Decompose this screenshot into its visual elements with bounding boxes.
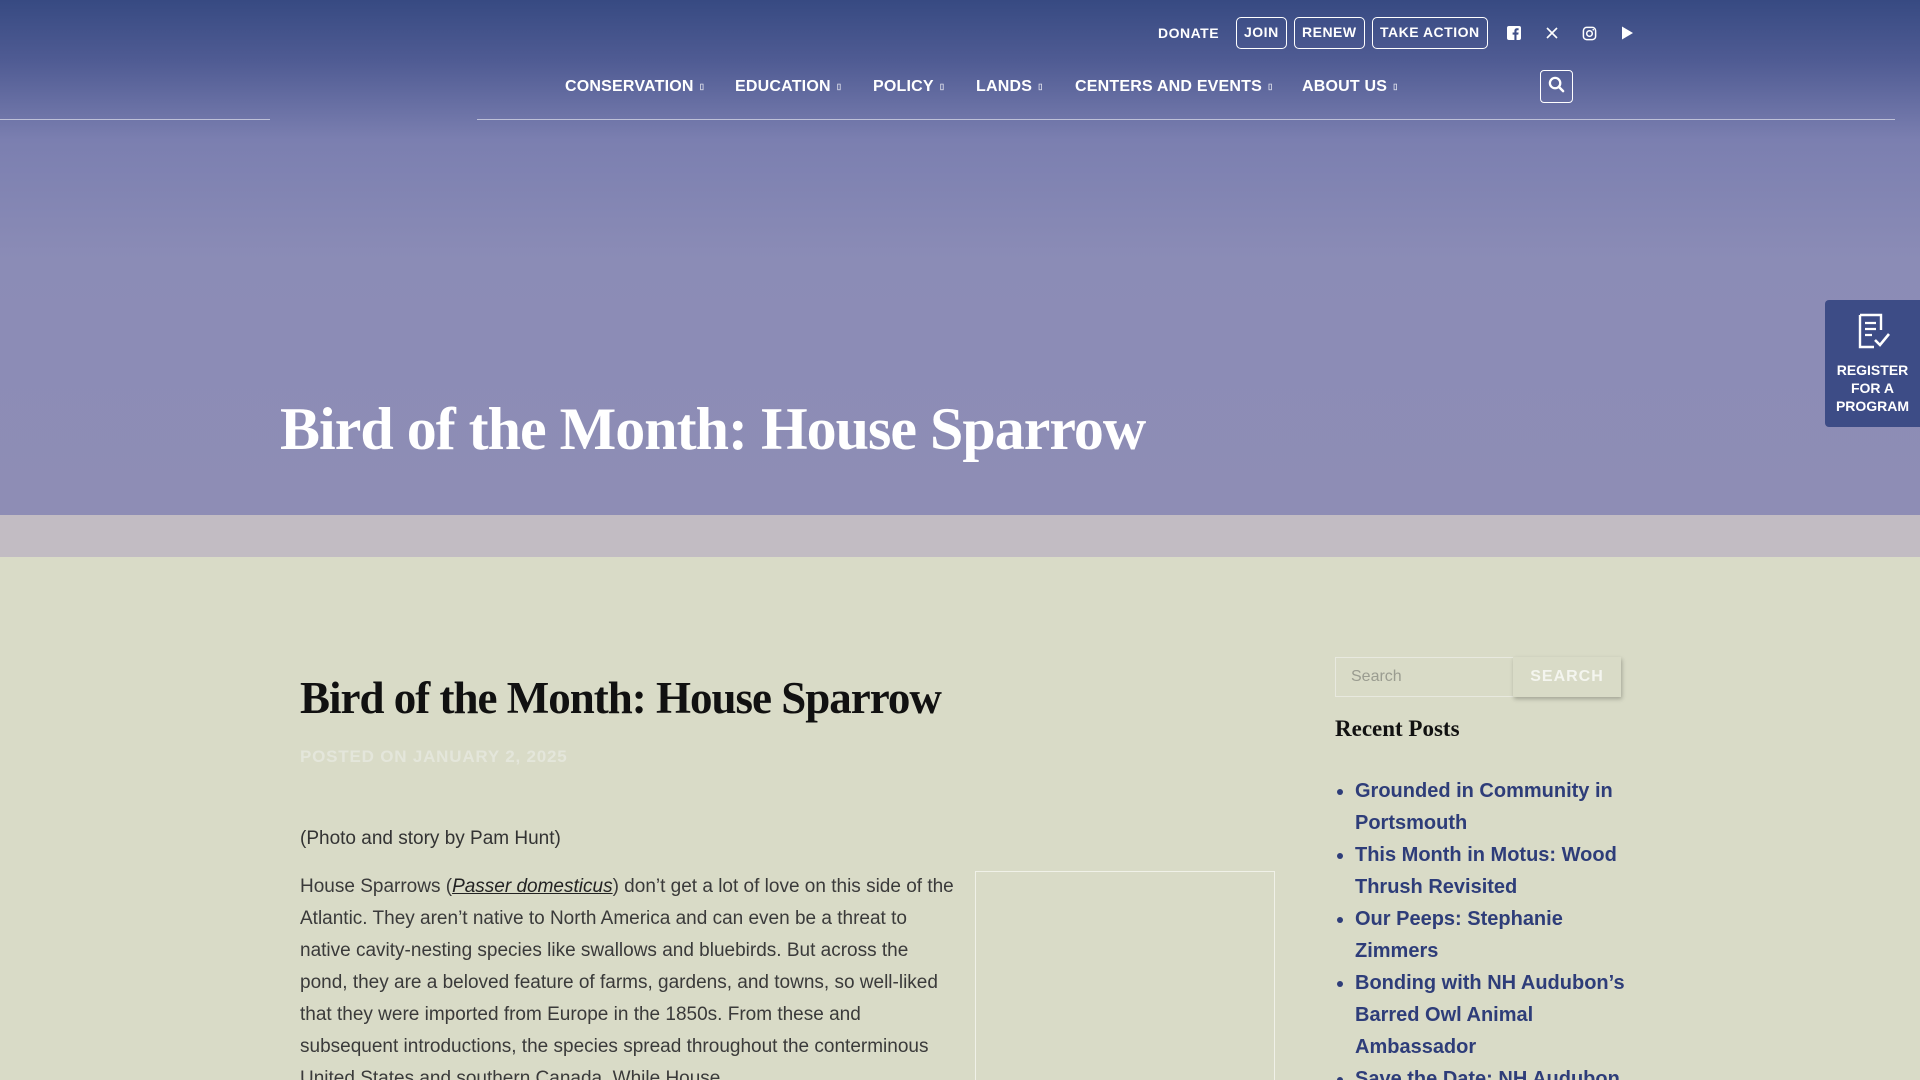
sidebar-search-button[interactable]: SEARCH: [1513, 657, 1621, 697]
donate-link[interactable]: DONATE: [1158, 17, 1219, 49]
chevron-down-icon: ▯: [1393, 82, 1398, 91]
article-photo: [975, 871, 1275, 1080]
checklist-icon: [1854, 313, 1892, 354]
list-item: Save the Date: NH Audubon: [1355, 1063, 1635, 1080]
nav-label: CONSERVATION: [565, 78, 694, 96]
scientific-name-link[interactable]: Passer domesticus: [452, 876, 613, 897]
chevron-down-icon: ▯: [1038, 82, 1043, 91]
recent-post-link[interactable]: Save the Date: NH Audubon: [1355, 1068, 1620, 1080]
youtube-icon[interactable]: [1616, 22, 1638, 44]
recent-post-link[interactable]: Our Peeps: Stephanie Zimmers: [1355, 908, 1563, 962]
nav-label: LANDS: [976, 78, 1033, 96]
register-label-line: FOR A: [1850, 380, 1895, 396]
join-button[interactable]: JOIN: [1236, 17, 1287, 49]
header-search-button[interactable]: [1540, 70, 1573, 103]
article-paragraph: House Sparrows (Passer domesticus) don’t…: [300, 871, 960, 1080]
list-item: This Month in Motus: Wood Thrush Revisit…: [1355, 839, 1635, 903]
list-item: Bonding with NH Audubon’s Barred Owl Ani…: [1355, 967, 1635, 1063]
nav-item-conservation[interactable]: CONSERVATION ▯: [565, 71, 704, 103]
chevron-down-icon: ▯: [939, 82, 945, 91]
hero-bottom-stripe: [0, 515, 1920, 557]
nav-item-centers-and-events[interactable]: CENTERS AND EVENTS ▯: [1075, 71, 1273, 103]
nav-item-policy[interactable]: POLICY ▯: [873, 71, 944, 103]
nav-divider: [0, 119, 270, 120]
recent-post-link[interactable]: This Month in Motus: Wood Thrush Revisit…: [1355, 844, 1617, 898]
sidebar-search: SEARCH: [1335, 657, 1621, 697]
chevron-down-icon: ▯: [836, 82, 842, 91]
recent-post-link[interactable]: Grounded in Community in Portsmouth: [1355, 780, 1613, 834]
register-for-program-tab[interactable]: REGISTER FOR A PROGRAM: [1825, 300, 1920, 427]
search-icon: [1548, 76, 1565, 98]
nav-label: POLICY: [873, 78, 934, 96]
nav-label: EDUCATION: [735, 78, 831, 96]
register-label: REGISTER FOR A PROGRAM: [1825, 361, 1920, 415]
list-item: Our Peeps: Stephanie Zimmers: [1355, 903, 1635, 967]
nav-item-about-us[interactable]: ABOUT US ▯: [1302, 71, 1398, 103]
recent-posts-heading: Recent Posts: [1335, 716, 1460, 741]
utility-bar: DONATE JOIN RENEW TAKE ACTION: [0, 17, 1920, 49]
hero-banner: DONATE JOIN RENEW TAKE ACTION CONSERVATI…: [0, 0, 1920, 515]
recent-post-link[interactable]: Bonding with NH Audubon’s Barred Owl Ani…: [1355, 972, 1625, 1058]
renew-button[interactable]: RENEW: [1294, 17, 1365, 49]
post-date: POSTED ON JANUARY 2, 2025: [300, 747, 568, 766]
register-label-line: PROGRAM: [1835, 398, 1910, 414]
x-icon[interactable]: [1541, 22, 1563, 44]
nav-label: CENTERS AND EVENTS: [1075, 78, 1263, 96]
take-action-button[interactable]: TAKE ACTION: [1372, 17, 1488, 49]
hero-title: Bird of the Month: House Sparrow: [280, 396, 1146, 462]
nav-item-education[interactable]: EDUCATION ▯: [735, 71, 841, 103]
nav-item-lands[interactable]: LANDS ▯: [976, 71, 1043, 103]
photo-credit: (Photo and story by Pam Hunt): [300, 828, 561, 849]
sidebar-search-input[interactable]: [1335, 657, 1515, 697]
instagram-icon[interactable]: [1578, 22, 1600, 44]
register-label-line: REGISTER: [1836, 362, 1909, 378]
main-navigation: CONSERVATION ▯ EDUCATION ▯ POLICY ▯ LANDS ▯ …: [0, 71, 1920, 103]
paragraph-text: House Sparrows (: [300, 876, 453, 897]
paragraph-text: ) don’t get a lot of love on this side o…: [300, 876, 954, 1080]
post-title: Bird of the Month: House Sparrow: [300, 673, 942, 723]
recent-posts-list: Grounded in Community in Portsmouth This…: [1355, 775, 1635, 1080]
chevron-down-icon: ▯: [699, 82, 705, 91]
nav-divider: [477, 119, 1895, 120]
facebook-icon[interactable]: [1503, 22, 1525, 44]
nav-label: ABOUT US: [1302, 78, 1388, 96]
list-item: Grounded in Community in Portsmouth: [1355, 775, 1635, 839]
chevron-down-icon: ▯: [1268, 82, 1273, 91]
